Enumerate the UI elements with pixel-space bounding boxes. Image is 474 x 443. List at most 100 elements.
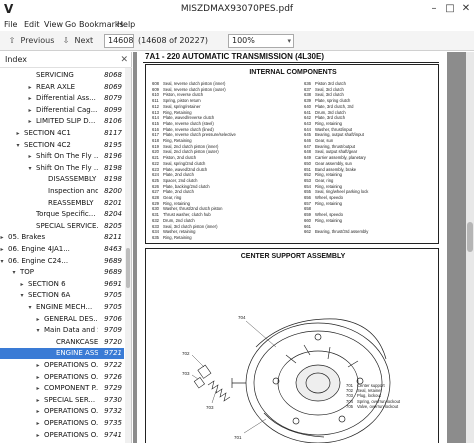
component-item: 622 Seal, spring/2nd clutch [152, 161, 205, 166]
collapsed-arrow-icon[interactable]: ▸ [26, 105, 34, 116]
expanded-arrow-icon[interactable]: ▾ [0, 256, 6, 267]
component-number: 638 [304, 92, 311, 98]
sidebar-item[interactable]: SPECIAL SERVICE... 8205 [0, 221, 124, 232]
sidebar-item-label: ENGINE ASSE... [56, 349, 98, 358]
maximize-icon[interactable]: □ [442, 1, 458, 17]
collapsed-arrow-icon[interactable]: ▸ [34, 395, 42, 406]
component-text: Seal, 2nd clutch piston (inner) [163, 143, 219, 149]
expanded-arrow-icon[interactable]: ▾ [18, 290, 26, 301]
minimize-icon[interactable]: – [426, 1, 442, 17]
sidebar-item[interactable]: ▸ OPERATIONS O... 9726 [0, 372, 124, 383]
component-number: 652 [304, 172, 311, 178]
sidebar-item[interactable]: ▾ ENGINE MECH... 9705 [0, 302, 124, 313]
sidebar-item[interactable]: ▸ Shift On The Fly ... 8196 [0, 151, 124, 162]
collapsed-arrow-icon[interactable]: ▸ [26, 82, 34, 93]
page-number-input[interactable]: 14608 [104, 34, 134, 48]
component-text: Washer, retaining [163, 229, 196, 235]
sidebar-item-label: SPECIAL SERVICE... [36, 221, 98, 230]
collapsed-arrow-icon[interactable]: ▸ [34, 418, 42, 429]
collapsed-arrow-icon[interactable]: ▸ [34, 430, 42, 441]
component-item: 660 Ring, retaining [304, 218, 342, 223]
sidebar-item[interactable]: ▾Main Data and S... 9709 [0, 325, 124, 336]
menu-help[interactable]: Help [117, 19, 135, 30]
sidebar-item-page: 8117 [104, 129, 122, 137]
sidebar-item[interactable]: Torque Specific... 8204 [0, 209, 124, 220]
sidebar-item[interactable]: ▸ COMPONENT P... 9729 [0, 383, 124, 394]
menu-go[interactable]: Go [65, 19, 76, 30]
expanded-arrow-icon[interactable]: ▾ [10, 267, 18, 278]
close-icon[interactable]: ✕ [120, 52, 128, 68]
zoom-select[interactable]: 100% ▾ [228, 34, 294, 48]
component-item: 609 Seal, reverse clutch piston (outer) [152, 87, 226, 92]
sidebar-item[interactable]: ▸ Differential Cag... 8099 [0, 105, 124, 116]
component-item: 638 Seal, 3rd clutch [304, 92, 344, 97]
component-text: Bearing, thrust/output [315, 143, 356, 149]
sidebar-item-page: 8204 [104, 210, 122, 219]
collapsed-arrow-icon[interactable]: ▸ [34, 360, 42, 371]
component-text: Piston, 2nd clutch [163, 155, 197, 161]
expanded-arrow-icon[interactable]: ▾ [26, 302, 34, 313]
sidebar-scrollbar[interactable] [125, 68, 131, 443]
component-item: 640 Plate, 3rd clutch, 3rd [304, 104, 353, 109]
document-scroll-thumb[interactable] [467, 222, 473, 252]
menu-view[interactable]: View [44, 19, 63, 30]
collapsed-arrow-icon[interactable]: ▸ [18, 279, 26, 290]
collapsed-arrow-icon[interactable]: ▸ [34, 383, 42, 394]
component-item: 649 Carrier assembly, planetary [304, 155, 366, 160]
sidebar-item[interactable]: SERVICING 8068 [0, 70, 124, 81]
collapsed-arrow-icon[interactable]: ▸ [26, 116, 34, 127]
sidebar-item[interactable]: ▾ Shift On The Fly ... 8198 [0, 163, 124, 174]
expanded-arrow-icon[interactable]: ▾ [26, 163, 34, 174]
sidebar-item[interactable]: ENGINE ASSE... 9721 [0, 348, 124, 360]
close-window-icon[interactable]: ✕ [458, 1, 474, 17]
sidebar-item[interactable]: ▾ SECTION 6A 9705 [0, 290, 124, 301]
sidebar-item[interactable]: REASSEMBLY 8201 [0, 198, 124, 209]
sidebar-item[interactable]: ▸ OPERATIONS O... 9732 [0, 406, 124, 417]
center-support-legend: 701 Center support 702 Seal, retainer 703 Plu… [346, 383, 400, 409]
component-number: 659 [304, 212, 311, 218]
document-scrollbar[interactable] [466, 52, 474, 443]
sidebar-item[interactable]: ▾ SECTION 4C2 8195 [0, 140, 124, 151]
sidebar-item[interactable]: ▸ SECTION 6 9691 [0, 279, 124, 290]
expanded-arrow-icon[interactable]: ▾ [34, 325, 42, 336]
sidebar-item[interactable]: ▸ REAR AXLE 8069 [0, 82, 124, 93]
sidebar-item-label: SERVICING [36, 71, 74, 79]
component-number: 649 [304, 155, 311, 161]
sidebar-item[interactable]: ▸ SPECIAL SER... 9730 [0, 395, 124, 406]
sidebar-item[interactable]: ▾ 06. Engine C24... 9689 [0, 256, 124, 267]
next-button[interactable]: ⇩ Next [60, 33, 94, 49]
collapsed-arrow-icon[interactable]: ▸ [14, 128, 22, 139]
sidebar-item[interactable]: ▸ SECTION 4C1 8117 [0, 128, 124, 139]
sidebar-item[interactable]: ▸ 05. Brakes 8211 [0, 232, 124, 243]
component-number: 615 [152, 120, 159, 126]
sidebar-item[interactable]: ▸ GENERAL DES... 9706 [0, 314, 124, 325]
menu-file[interactable]: File [4, 19, 17, 30]
sidebar-item[interactable]: ▸ Differential Ass... 8079 [0, 93, 124, 104]
collapsed-arrow-icon[interactable]: ▸ [34, 406, 42, 417]
collapsed-arrow-icon[interactable]: ▸ [0, 244, 6, 255]
sidebar-item[interactable]: ▸ OPERATIONS O... 9735 [0, 418, 124, 429]
collapsed-arrow-icon[interactable]: ▸ [26, 151, 34, 162]
collapsed-arrow-icon[interactable]: ▸ [34, 314, 42, 325]
component-text: Ring, retaining [315, 183, 343, 189]
component-number: 641 [304, 109, 311, 115]
sidebar-item[interactable]: ▸ 06. Engine 4JA1... 8463 [0, 244, 124, 255]
expanded-arrow-icon[interactable]: ▾ [14, 140, 22, 151]
sidebar-item-page: 9705 [104, 291, 122, 300]
sidebar-item[interactable]: ▸ OPERATIONS O... 9722 [0, 360, 124, 371]
collapsed-arrow-icon[interactable]: ▸ [0, 232, 6, 243]
sidebar-item[interactable]: Inspection and R... 8200 [0, 186, 124, 197]
sidebar-item-label: OPERATIONS O... [44, 372, 98, 381]
collapsed-arrow-icon[interactable]: ▸ [34, 372, 42, 383]
sidebar-item[interactable]: ▸ LIMITED SLIP D... 8106 [0, 116, 124, 127]
sidebar-item[interactable]: ▸ OPERATIONS O... 9741 [0, 430, 124, 441]
sidebar-item[interactable]: DISASSEMBLY 8198 [0, 174, 124, 185]
collapsed-arrow-icon[interactable]: ▸ [26, 93, 34, 104]
component-text: Washer, thrust/input [315, 126, 353, 132]
previous-button[interactable]: ⇧ Previous [6, 33, 55, 49]
sidebar-item[interactable]: CRANKCASE V... 9720 [0, 337, 124, 348]
sidebar-scroll-thumb[interactable] [126, 248, 130, 288]
document-view[interactable]: 7A1 - 220 AUTOMATIC TRANSMISSION (4L30E)… [133, 52, 474, 443]
sidebar-item[interactable]: ▾ TOP 9689 [0, 267, 124, 278]
menu-edit[interactable]: Edit [24, 19, 40, 30]
